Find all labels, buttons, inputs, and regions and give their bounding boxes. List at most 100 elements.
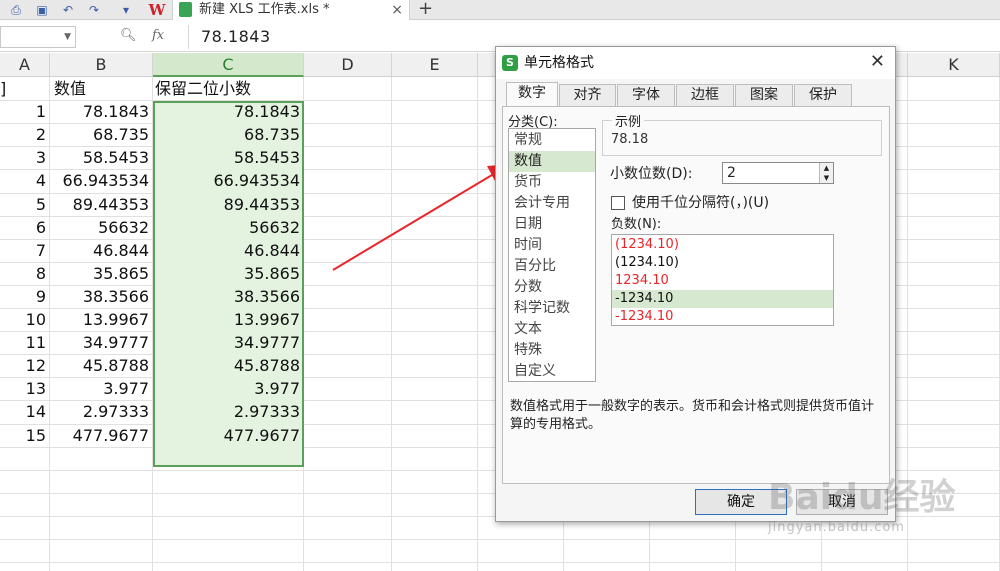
column-header-a[interactable]: A	[0, 53, 50, 77]
new-tab-icon[interactable]: +	[418, 0, 433, 18]
negative-numbers-list[interactable]: (1234.10) (1234.10) 1234.10 -1234.10 -1234.1…	[611, 234, 834, 326]
value-cell[interactable]: 66.943534	[50, 169, 153, 192]
negative-format-option[interactable]: -1234.10	[612, 308, 833, 326]
negative-format-option[interactable]: -1234.10	[612, 290, 833, 308]
header-cell-a[interactable]: ]	[0, 77, 50, 100]
decimal-places-input[interactable]: 2 ▲ ▼	[722, 162, 834, 184]
rounded-value-cell[interactable]: 78.1843	[153, 100, 304, 123]
rounded-value-cell[interactable]: 13.9967	[153, 308, 304, 331]
category-item[interactable]: 常规	[509, 130, 595, 151]
column-header-c[interactable]: C	[153, 53, 304, 77]
header-cell-c[interactable]: 保留二位小数	[153, 77, 304, 100]
row-index-cell[interactable]: 15	[0, 424, 50, 447]
header-cell-b[interactable]: 数值	[50, 77, 153, 100]
category-item[interactable]: 自定义	[509, 361, 595, 382]
tab-0[interactable]: 数字	[506, 82, 558, 107]
negative-format-option[interactable]: (1234.10)	[612, 236, 833, 254]
dialog-close-icon[interactable]: ✕	[870, 51, 885, 73]
redo-icon[interactable]: ↷	[84, 1, 104, 19]
category-item[interactable]: 文本	[509, 319, 595, 340]
rounded-value-cell[interactable]: 35.865	[153, 262, 304, 285]
value-cell[interactable]: 38.3566	[50, 285, 153, 308]
fx-icon[interactable]: fx	[152, 28, 164, 43]
close-tab-icon[interactable]: ×	[391, 1, 403, 19]
name-box-dropdown-icon[interactable]: ▼	[64, 27, 71, 47]
category-item[interactable]: 时间	[509, 235, 595, 256]
category-item[interactable]: 数值	[509, 151, 595, 172]
document-tab[interactable]: 新建 XLS 工作表.xls * ×	[172, 0, 410, 20]
row-index-cell[interactable]: 3	[0, 146, 50, 169]
value-cell[interactable]: 2.97333	[50, 400, 153, 423]
value-cell[interactable]: 13.9967	[50, 308, 153, 331]
negative-format-option[interactable]: 1234.10	[612, 272, 833, 290]
category-item[interactable]: 日期	[509, 214, 595, 235]
row-index-cell[interactable]: 9	[0, 285, 50, 308]
name-box[interactable]: ▼	[0, 26, 76, 48]
column-header-k[interactable]: K	[908, 53, 1000, 77]
row-index-cell[interactable]: 5	[0, 193, 50, 216]
column-header-d[interactable]: D	[304, 53, 392, 77]
wps-logo-icon[interactable]: W	[146, 0, 168, 20]
tab-4[interactable]: 图案	[735, 84, 793, 106]
row-index-cell[interactable]: 8	[0, 262, 50, 285]
dialog-title-bar[interactable]: S 单元格格式 ✕	[496, 47, 895, 79]
print-icon[interactable]: ⎙	[6, 1, 26, 19]
value-cell[interactable]: 89.44353	[50, 193, 153, 216]
zoom-icon[interactable]: 🔍︎	[120, 28, 137, 43]
row-index-cell[interactable]: 1	[0, 100, 50, 123]
rounded-value-cell[interactable]: 89.44353	[153, 193, 304, 216]
undo-icon[interactable]: ↶	[58, 1, 78, 19]
value-cell[interactable]: 58.5453	[50, 146, 153, 169]
thousands-separator-label[interactable]: 使用千位分隔符(，)(U)	[632, 193, 769, 213]
rounded-value-cell[interactable]: 477.9677	[153, 424, 304, 447]
row-index-cell[interactable]: 7	[0, 239, 50, 262]
rounded-value-cell[interactable]: 34.9777	[153, 331, 304, 354]
tab-2[interactable]: 字体	[617, 84, 675, 106]
rounded-value-cell[interactable]: 56632	[153, 216, 304, 239]
value-cell[interactable]: 56632	[50, 216, 153, 239]
rounded-value-cell[interactable]: 58.5453	[153, 146, 304, 169]
row-index-cell[interactable]: 6	[0, 216, 50, 239]
tab-5[interactable]: 保护	[794, 84, 852, 106]
value-cell[interactable]: 34.9777	[50, 331, 153, 354]
thousands-separator-checkbox[interactable]	[611, 196, 625, 210]
column-header-b[interactable]: B	[50, 53, 153, 77]
decimal-places-spinner[interactable]: ▲ ▼	[819, 163, 833, 183]
category-item[interactable]: 会计专用	[509, 193, 595, 214]
value-cell[interactable]: 477.9677	[50, 424, 153, 447]
category-item[interactable]: 科学记数	[509, 298, 595, 319]
row-index-cell[interactable]: 4	[0, 169, 50, 192]
spin-up-icon[interactable]: ▲	[820, 163, 833, 173]
rounded-value-cell[interactable]: 38.3566	[153, 285, 304, 308]
value-cell[interactable]: 45.8788	[50, 354, 153, 377]
rounded-value-cell[interactable]: 66.943534	[153, 169, 304, 192]
category-item[interactable]: 分数	[509, 277, 595, 298]
tab-1[interactable]: 对齐	[559, 84, 616, 106]
category-item[interactable]: 特殊	[509, 340, 595, 361]
value-cell[interactable]: 35.865	[50, 262, 153, 285]
row-index-cell[interactable]: 13	[0, 377, 50, 400]
rounded-value-cell[interactable]: 46.844	[153, 239, 304, 262]
quick-access-dropdown-icon[interactable]: ▾	[116, 1, 136, 19]
value-cell[interactable]: 46.844	[50, 239, 153, 262]
value-cell[interactable]: 68.735	[50, 123, 153, 146]
row-index-cell[interactable]: 2	[0, 123, 50, 146]
category-item[interactable]: 货币	[509, 172, 595, 193]
value-cell[interactable]: 78.1843	[50, 100, 153, 123]
negative-format-option[interactable]: (1234.10)	[612, 254, 833, 272]
column-header-e[interactable]: E	[392, 53, 478, 77]
row-index-cell[interactable]: 11	[0, 331, 50, 354]
rounded-value-cell[interactable]: 68.735	[153, 123, 304, 146]
value-cell[interactable]: 3.977	[50, 377, 153, 400]
print-preview-icon[interactable]: ▣	[32, 1, 52, 19]
row-index-cell[interactable]: 14	[0, 400, 50, 423]
category-list[interactable]: 常规 数值 货币 会计专用 日期 时间 百分比 分数 科学记数 文本 特殊 自定义	[508, 128, 596, 382]
tab-3[interactable]: 边框	[676, 84, 734, 106]
spin-down-icon[interactable]: ▼	[820, 173, 833, 183]
category-item[interactable]: 百分比	[509, 256, 595, 277]
rounded-value-cell[interactable]: 3.977	[153, 377, 304, 400]
row-index-cell[interactable]: 10	[0, 308, 50, 331]
rounded-value-cell[interactable]: 45.8788	[153, 354, 304, 377]
row-index-cell[interactable]: 12	[0, 354, 50, 377]
rounded-value-cell[interactable]: 2.97333	[153, 400, 304, 423]
